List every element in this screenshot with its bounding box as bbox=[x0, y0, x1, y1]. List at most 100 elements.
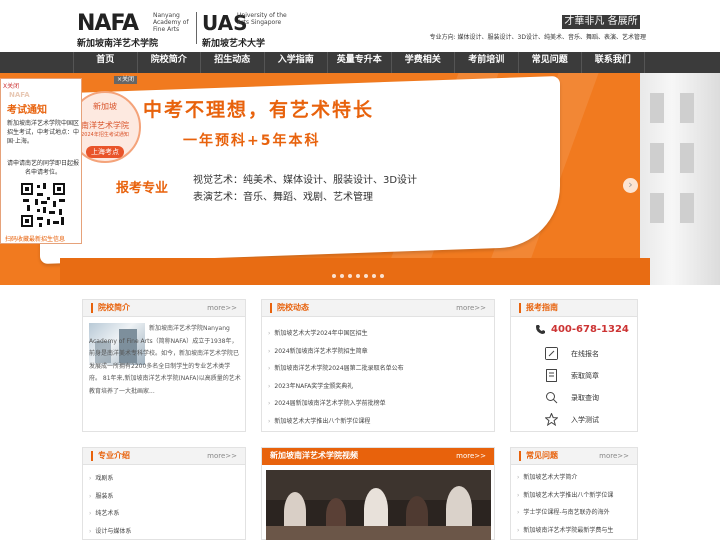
major-item[interactable]: 设计与媒体系 bbox=[89, 523, 249, 540]
service-label: 录取查询 bbox=[571, 394, 599, 402]
majors-line: 专业方向: 媒体设计、服装设计、3D设计、纯美术、音乐、舞蹈、表演、艺术管理 bbox=[429, 34, 646, 41]
slogan-badge: 才華非凡 各展所長 bbox=[562, 15, 640, 41]
majors-panel-title: 专业介绍 bbox=[91, 451, 130, 461]
enroll-label: 报考专业 bbox=[116, 181, 169, 196]
service-online-apply[interactable]: 在线报名 bbox=[545, 346, 635, 362]
news-item[interactable]: 2023年NAFA奖学金颁奖典礼 bbox=[268, 378, 428, 396]
major-item[interactable]: 服装系 bbox=[89, 488, 249, 506]
hero-banner[interactable]: 新加坡 南洋艺术学院 2024年招生考试通知 上海考点 中考不理想，有艺术特长 … bbox=[0, 73, 720, 285]
nav-item[interactable]: 联系我们 bbox=[581, 52, 645, 73]
majors-panel-header: 专业介绍 more>> bbox=[83, 448, 245, 465]
news-item[interactable]: 新加坡南洋艺术学院2024届第二批录取名单公布 bbox=[268, 360, 428, 378]
panel-watermark: NAFA bbox=[9, 91, 30, 99]
majors-panel: 专业介绍 more>> 戏剧系服装系纯艺术系设计与媒体系 bbox=[82, 447, 246, 540]
photo-window bbox=[680, 93, 694, 123]
nav-item[interactable]: 考前培训 bbox=[454, 52, 518, 73]
carousel-dot[interactable] bbox=[372, 274, 376, 278]
service-label: 入学测试 bbox=[571, 416, 599, 424]
visual-arts-line: 视觉艺术：纯美术、媒体设计、服装设计、3D设计 bbox=[193, 175, 418, 186]
hotline-number[interactable]: 400-678-1324 bbox=[551, 324, 629, 335]
nav-item[interactable]: 院校简介 bbox=[136, 52, 201, 73]
nav-item[interactable]: 招生动态 bbox=[200, 52, 264, 73]
news-panel-title: 院校动态 bbox=[270, 303, 309, 313]
uas-logo-subtitle: University of the Arts Singapore bbox=[237, 12, 287, 26]
news-item[interactable]: 新加坡艺术大学2024年中国区招生 bbox=[268, 325, 428, 343]
news-item[interactable]: 2024届新加坡南洋艺术学院入学前批榜单 bbox=[268, 395, 428, 413]
banner-headline: 中考不理想，有艺术特长 bbox=[143, 99, 375, 121]
close-panel-button[interactable]: X关闭 bbox=[3, 81, 19, 90]
video-more-link[interactable]: more>> bbox=[456, 452, 486, 460]
photo-window bbox=[650, 143, 664, 173]
photo-window bbox=[650, 93, 664, 123]
major-item[interactable]: 纯艺术系 bbox=[89, 505, 249, 523]
faq-panel: 常见问题 more>> 新加坡艺术大学简介新加坡艺术大学推出八个新学位课学士学位… bbox=[510, 447, 638, 540]
exam-notice-desc: 新加坡南洋艺术学院中国区招生考试，中考试地点：中国·上海。 bbox=[7, 120, 80, 145]
faq-panel-title: 常见问题 bbox=[519, 451, 558, 461]
service-entrance-test[interactable]: 入学测试 bbox=[545, 412, 635, 428]
faq-item[interactable]: 新加坡南洋艺术学院最新学费与生 bbox=[517, 522, 635, 540]
search-icon bbox=[546, 392, 558, 404]
service-label: 索取简章 bbox=[571, 372, 599, 380]
nav-item[interactable]: 常见问题 bbox=[517, 52, 582, 73]
building-photo bbox=[640, 73, 720, 285]
photo-window bbox=[680, 143, 694, 173]
nav-item[interactable]: 学费相关 bbox=[390, 52, 455, 73]
news-more-link[interactable]: more>> bbox=[456, 304, 486, 312]
faq-item[interactable]: 学士学位课程-与南艺联办的海外 bbox=[517, 504, 635, 522]
main-nav: 首页 院校简介 招生动态 入学指南 英量专升本 学费相关 考前培训 常见问题 联系我们 bbox=[0, 52, 720, 73]
campus-video[interactable] bbox=[266, 470, 491, 540]
nav-item[interactable]: 英量专升本 bbox=[327, 52, 391, 73]
about-more-link[interactable]: more>> bbox=[207, 304, 237, 312]
carousel-dot[interactable] bbox=[356, 274, 360, 278]
carousel-dot[interactable] bbox=[340, 274, 344, 278]
about-panel-header: 院校简介 more>> bbox=[83, 300, 245, 317]
carousel-dot[interactable] bbox=[332, 274, 336, 278]
edit-icon bbox=[545, 347, 558, 360]
video-panel-header: 新加坡南洋艺术学院视频 more>> bbox=[262, 448, 494, 465]
exam-notice-tip: 请申请南艺的同学即日起报名申请考位。 bbox=[7, 160, 80, 176]
carousel-dots bbox=[332, 274, 384, 278]
photo-window bbox=[650, 193, 664, 223]
nav-item[interactable]: 入学指南 bbox=[263, 52, 328, 73]
video-desk bbox=[266, 526, 491, 540]
news-item[interactable]: 新加坡艺术大学推出八个新学位课程 bbox=[268, 413, 428, 431]
nafa-logo[interactable]: NAFA Nanyang Academy of Fine Arts 新加坡南洋艺… bbox=[77, 11, 192, 49]
guide-panel-header: 报考指南 bbox=[511, 300, 637, 317]
faq-panel-header: 常见问题 more>> bbox=[511, 448, 637, 465]
nafa-logo-subtitle: Nanyang Academy of Fine Arts bbox=[153, 12, 189, 33]
carousel-dot[interactable] bbox=[380, 274, 384, 278]
nafa-logo-chinese: 新加坡南洋艺术学院 bbox=[77, 39, 159, 49]
about-panel: 院校简介 more>> 新加坡南洋艺术学院Nanyang Academy of … bbox=[82, 299, 246, 432]
faq-more-link[interactable]: more>> bbox=[599, 452, 629, 460]
faq-item[interactable]: 新加坡艺术大学简介 bbox=[517, 469, 635, 487]
carousel-dot[interactable] bbox=[364, 274, 368, 278]
video-panel: 新加坡南洋艺术学院视频 more>> bbox=[261, 447, 495, 540]
majors-list: 戏剧系服装系纯艺术系设计与媒体系 bbox=[89, 470, 249, 540]
nafa-logo-mark: NAFA bbox=[77, 11, 139, 36]
logo-divider bbox=[196, 12, 197, 44]
about-panel-title: 院校简介 bbox=[91, 303, 130, 313]
faq-item[interactable]: 新加坡艺术大学推出八个新学位课 bbox=[517, 487, 635, 505]
news-item[interactable]: 2024新加坡南洋艺术学院招生简章 bbox=[268, 343, 428, 361]
exam-notice-title: 考试通知 bbox=[7, 105, 47, 116]
guide-panel-title: 报考指南 bbox=[519, 303, 558, 313]
scan-qr-caption: 扫码收藏最新招生信息 bbox=[5, 236, 66, 243]
page: NAFA Nanyang Academy of Fine Arts 新加坡南洋艺… bbox=[0, 0, 720, 540]
exam-notice-panel: X关闭 NAFA 考试通知 新加坡南洋艺术学院中国区招生考试，中考试地点：中国·… bbox=[0, 78, 82, 244]
badge-pill: 上海考点 bbox=[86, 146, 124, 158]
uas-logo-chinese: 新加坡艺术大学 bbox=[202, 39, 266, 49]
chevron-right-icon[interactable]: › bbox=[623, 178, 638, 193]
faq-list: 新加坡艺术大学简介新加坡艺术大学推出八个新学位课学士学位课程-与南艺联办的海外新… bbox=[517, 469, 635, 539]
major-item[interactable]: 戏剧系 bbox=[89, 470, 249, 488]
phone-icon bbox=[536, 325, 545, 334]
nav-item[interactable]: 首页 bbox=[73, 52, 137, 73]
service-admission-query[interactable]: 录取查询 bbox=[545, 390, 635, 406]
majors-more-link[interactable]: more>> bbox=[207, 452, 237, 460]
service-brochure[interactable]: 索取简章 bbox=[545, 368, 635, 384]
brochure-icon bbox=[546, 369, 557, 382]
uas-logo[interactable]: UAS University of the Arts Singapore 新加坡… bbox=[202, 11, 292, 49]
video-panel-title: 新加坡南洋艺术学院视频 bbox=[270, 451, 358, 460]
banner-subheadline: 一年预科+5年本科 bbox=[183, 133, 321, 149]
carousel-dot[interactable] bbox=[348, 274, 352, 278]
banner-close-button[interactable]: ×关闭 bbox=[114, 76, 138, 84]
